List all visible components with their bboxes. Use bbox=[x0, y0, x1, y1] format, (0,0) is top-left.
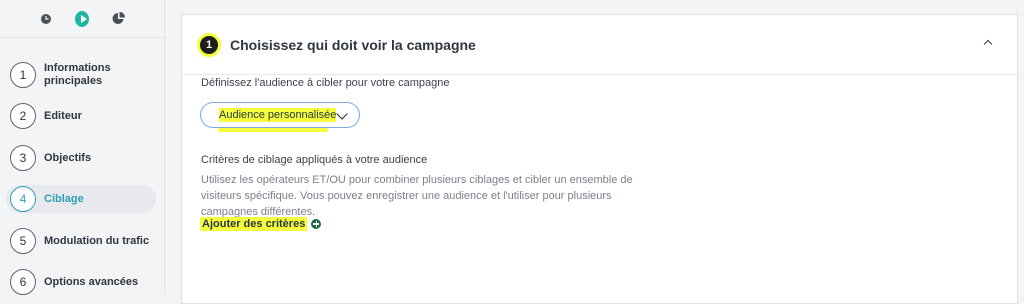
sidebar-step-2[interactable]: 2 Editeur bbox=[6, 102, 156, 130]
step-number: 1 bbox=[10, 62, 36, 88]
play-icon[interactable] bbox=[75, 10, 89, 27]
chevron-up-icon[interactable] bbox=[983, 37, 995, 49]
criteria-description: Utilisez les opérateurs ET/OU pour combi… bbox=[201, 174, 633, 218]
step-number: 4 bbox=[10, 186, 36, 212]
step-label: Options avancées bbox=[44, 275, 139, 288]
step-label: Ciblage bbox=[44, 192, 84, 205]
audience-select-value: Audience personnalisée bbox=[219, 108, 337, 122]
sidebar-step-5[interactable]: 5 Modulation du trafic bbox=[6, 227, 156, 255]
add-criteria-link[interactable]: Ajouter des critères bbox=[200, 217, 322, 231]
chevron-down-icon bbox=[336, 108, 348, 120]
step-number: 3 bbox=[10, 145, 36, 171]
targeting-card: 1 Choisissez qui doit voir la campagne D… bbox=[181, 14, 1018, 304]
sidebar-top-icons bbox=[0, 0, 164, 38]
audience-lead-text: Définissez l'audience à cibler pour votr… bbox=[201, 77, 450, 89]
step-number: 5 bbox=[10, 228, 36, 254]
plus-circle-icon bbox=[311, 219, 322, 229]
clock-icon[interactable] bbox=[39, 12, 53, 26]
criteria-title: Critères de ciblage appliqués à votre au… bbox=[201, 154, 428, 166]
step-number: 2 bbox=[10, 103, 36, 129]
sidebar-step-6[interactable]: 6 Options avancées bbox=[6, 268, 156, 296]
sidebar-step-4[interactable]: 4 Ciblage bbox=[6, 185, 156, 213]
step-badge: 1 bbox=[200, 35, 218, 54]
step-label: Informations principales bbox=[44, 62, 111, 87]
step-label: Objectifs bbox=[44, 151, 92, 164]
card-title: Choisissez qui doit voir la campagne bbox=[230, 36, 476, 53]
sidebar-step-3[interactable]: 3 Objectifs bbox=[6, 144, 156, 172]
step-number: 6 bbox=[10, 269, 36, 295]
sidebar-step-1[interactable]: 1 Informations principales bbox=[6, 58, 156, 92]
pie-chart-icon[interactable] bbox=[111, 12, 125, 26]
step-label: Modulation du trafic bbox=[44, 234, 150, 247]
card-header[interactable]: 1 Choisissez qui doit voir la campagne bbox=[182, 15, 1017, 75]
audience-select[interactable]: Audience personnalisée bbox=[200, 102, 360, 128]
highlight-mark bbox=[218, 128, 328, 132]
add-criteria-label: Ajouter des critères bbox=[200, 217, 308, 231]
sidebar: 1 Informations principales 2 Editeur 3 O… bbox=[0, 0, 165, 295]
step-label: Editeur bbox=[44, 109, 82, 122]
